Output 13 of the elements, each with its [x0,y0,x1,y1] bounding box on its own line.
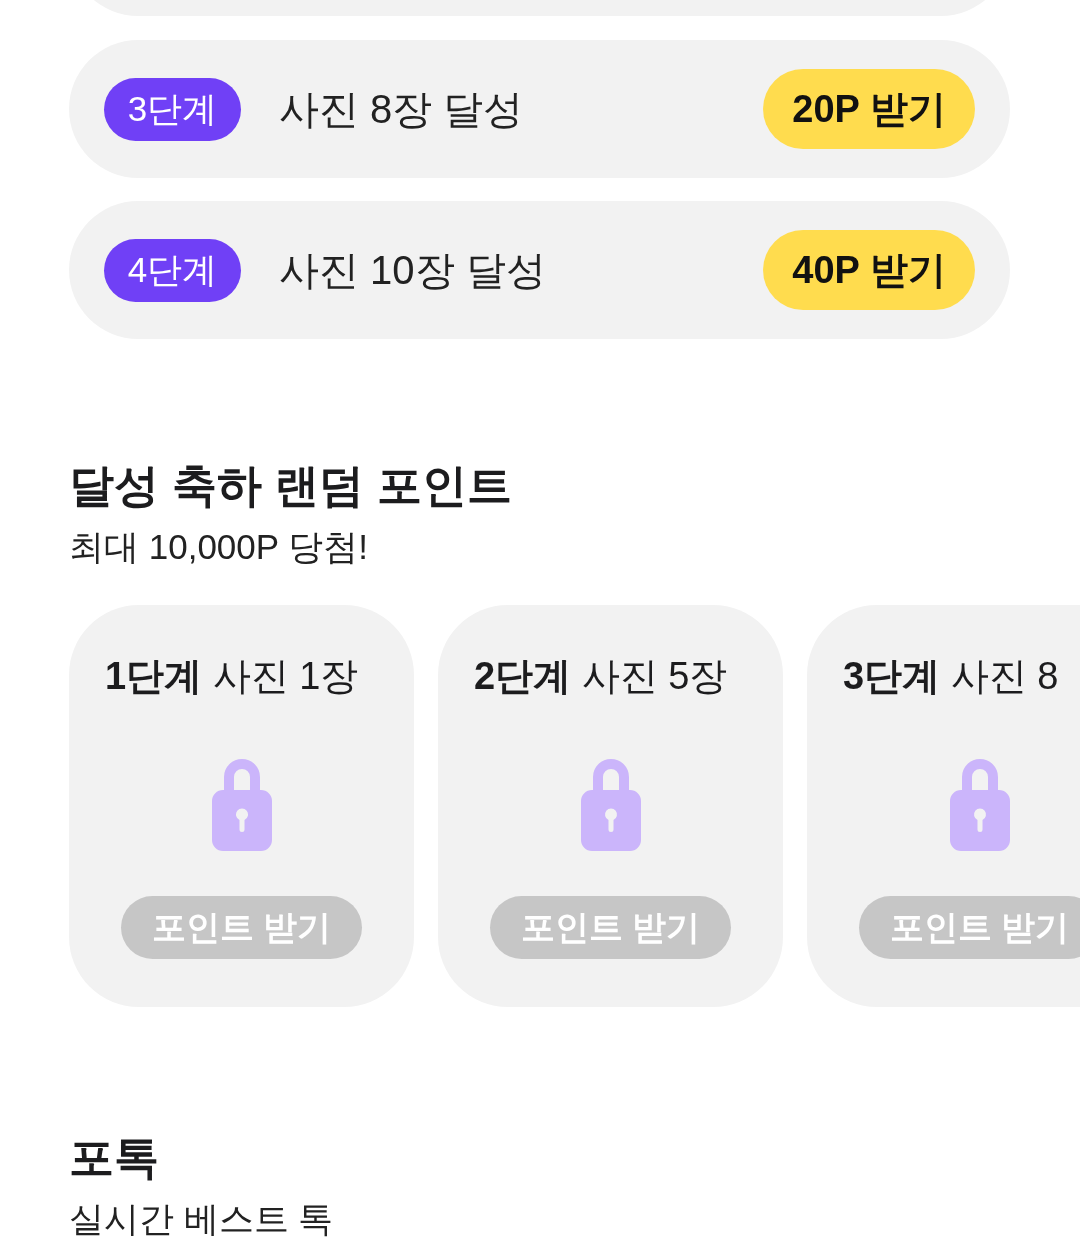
reward-button[interactable]: 20P 받기 [763,69,975,149]
mission-text: 사진 10장 달성 [279,246,547,294]
stage-badge: 3단계 [104,77,241,141]
card-title: 2단계 사진 5장 [473,654,729,699]
mission-text: 사진 8장 달성 [279,85,525,133]
stage-badge: 4단계 [104,238,241,302]
section-title: 달성 축하 랜덤 포인트 [69,459,513,513]
card-title: 1단계 사진 1장 [104,654,360,699]
section-subtitle: 실시간 베스트 톡 [69,1198,335,1240]
section-subtitle: 최대 10,000P 당첨! [69,526,369,568]
reward-button[interactable]: 40P 받기 [763,230,975,310]
section-title: 포톡 [69,1131,160,1185]
card-title: 3단계 사진 8 [842,654,1060,699]
